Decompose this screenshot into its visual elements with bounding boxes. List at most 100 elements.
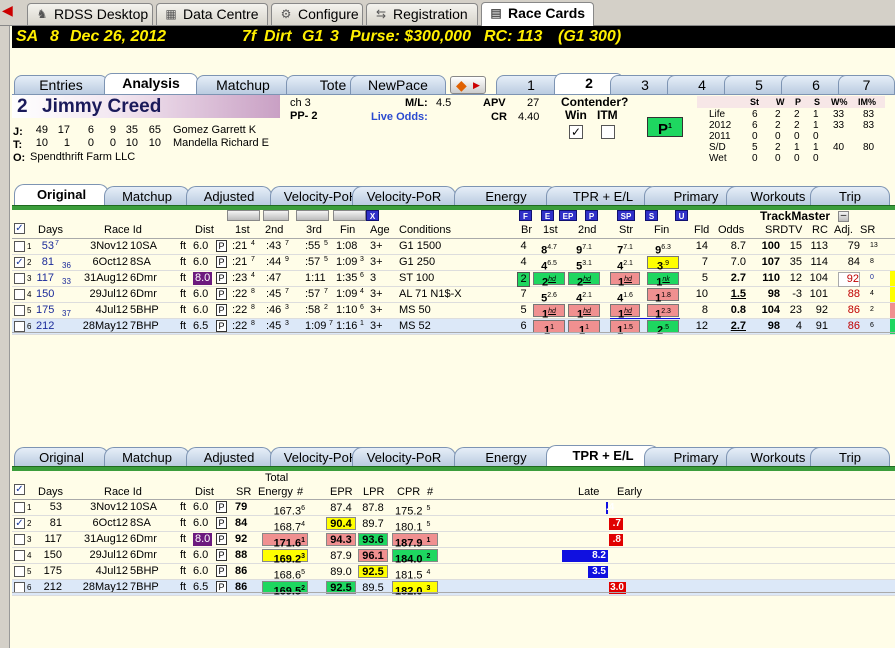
filter-EP-button[interactable]: EP [559,210,577,221]
distance: 8.0 [193,533,213,546]
itm-checkbox[interactable] [601,125,615,139]
tab-configure[interactable]: ⚙ Configure [271,3,363,25]
col-3rd: 3rd [306,224,322,236]
days: 53 [49,501,62,513]
lower-select-all-checkbox[interactable]: ✓ [14,484,25,495]
age: 3+ [370,288,383,300]
cpr-rank: 5 [426,505,431,512]
row-checkbox[interactable] [14,550,25,561]
col-str: Str [619,224,634,236]
tab-upper-trip[interactable]: Trip [810,186,890,206]
cpr: 180.1 5 [392,517,438,534]
filter-P-button[interactable]: P [585,210,598,221]
speed-rating: 86 [235,565,248,577]
tab-lower-tpr-e-l[interactable]: TPR + E/L [546,445,660,467]
filter-SP-button[interactable]: SP [617,210,635,221]
col-fin: Fin [340,224,356,236]
tab-rdss-desktop[interactable]: ♞ RDSS Desktop [27,3,153,25]
p-marker: P [216,533,227,545]
row-checkbox[interactable] [14,273,25,284]
record-row-label: S/D [709,142,726,153]
row-checkbox[interactable]: ✓ [14,257,25,268]
tab-lower-adjusted[interactable]: Adjusted [186,447,272,467]
filter-F-button[interactable]: F [519,210,532,221]
horse-number: 2 [17,96,28,117]
age: 3+ [370,240,383,252]
filter-3rd-button[interactable] [296,210,329,221]
tab-label: Velocity-PoR [366,189,442,204]
filter-1st-button[interactable] [227,210,260,221]
filter-E-button[interactable]: E [541,210,554,221]
row-checkbox[interactable]: ✓ [14,518,25,529]
row-checkbox[interactable] [14,305,25,316]
fraction-f3: :55 [305,240,321,252]
tab-registration[interactable]: ⇆ Registration [366,3,478,25]
distance: 6.0 [193,501,209,513]
trainer-stat: 10 [35,137,48,149]
tab-race-cards[interactable]: ▤ Race Cards [481,2,594,26]
live-odds-label: Live Odds: [371,111,428,123]
tab-newpace[interactable]: NewPace [350,75,446,95]
tab-upper-energy[interactable]: Energy [454,186,558,206]
call-lengths: 7.1 [582,244,592,251]
filter-U-button[interactable]: U [675,210,688,221]
col-rc: RC [812,224,828,236]
filter-2nd-button[interactable] [263,210,289,221]
pace-toggle-button[interactable]: ◆ ▶ [450,76,486,94]
filter-S-button[interactable]: S [645,210,658,221]
row-checkbox[interactable] [14,321,25,332]
table-bottom-border [12,592,895,593]
p-marker: P [216,501,227,513]
tab-label: Energy [485,189,527,204]
tab-lower-velocity-por[interactable]: Velocity-PoR [352,447,456,467]
tab-lower-trip[interactable]: Trip [810,447,890,467]
tab-lower-matchup[interactable]: Matchup [104,447,190,467]
adj-sr: 88 [847,288,860,300]
race-surface: Dirt [264,28,292,45]
tab-matchup[interactable]: Matchup [196,75,290,95]
record-cell: 6 [752,120,758,131]
p-marker: P [216,240,227,252]
p-badge[interactable]: P1 [647,117,683,138]
tv: 35 [789,256,802,268]
win-checkbox[interactable]: ✓ [569,125,583,139]
tab-entries[interactable]: Entries [14,75,108,95]
odds: 8.7 [730,240,746,252]
select-all-checkbox[interactable]: ✓ [14,223,25,234]
tab-upper-tpr-e-l[interactable]: TPR + E/L [546,186,660,206]
tab-upper-adjusted[interactable]: Adjusted [186,186,272,206]
arrows-icon: ⇆ [375,7,387,21]
fraction-sup: 6 [360,272,364,279]
row-checkbox[interactable] [14,534,25,545]
tab-upper-velocity-por[interactable]: Velocity-PoR [352,186,456,206]
row-checkbox[interactable] [14,289,25,300]
call-cf: 3.9 [647,256,679,273]
tab-upper-original[interactable]: Original [14,184,109,206]
left-splitter[interactable] [0,26,10,648]
tab-lower-original[interactable]: Original [14,447,109,467]
tab-upper-matchup[interactable]: Matchup [104,186,190,206]
record-cell: 0 [813,131,819,142]
clear-x-button[interactable]: X [366,210,379,221]
back-arrow-icon[interactable]: ◀ [2,3,24,19]
age: 3+ [370,304,383,316]
row-checkbox[interactable] [14,502,25,513]
row-checkbox[interactable] [14,241,25,252]
filter-fin-button[interactable] [333,210,366,221]
horse-tab-7[interactable]: 7 [838,75,895,95]
tab-analysis[interactable]: Analysis [104,73,198,95]
tab-label: Matchup [122,450,172,465]
call-cf: 12.3 [647,304,679,321]
speed-rating: 84 [235,517,248,529]
p-marker: P [216,256,227,268]
record-cell: 40 [833,142,845,153]
tab-data-centre[interactable]: ▦ Data Centre [156,3,268,25]
adj-sr: 79 [847,240,860,252]
collapse-button[interactable]: – [838,211,849,222]
row-checkbox[interactable] [14,566,25,577]
col-energy-rank: # [297,486,304,498]
col-2nd: 2nd [265,224,284,236]
field-size: 5 [701,272,708,284]
tab-lower-energy[interactable]: Energy [454,447,558,467]
call-lengths: nk [662,276,670,283]
